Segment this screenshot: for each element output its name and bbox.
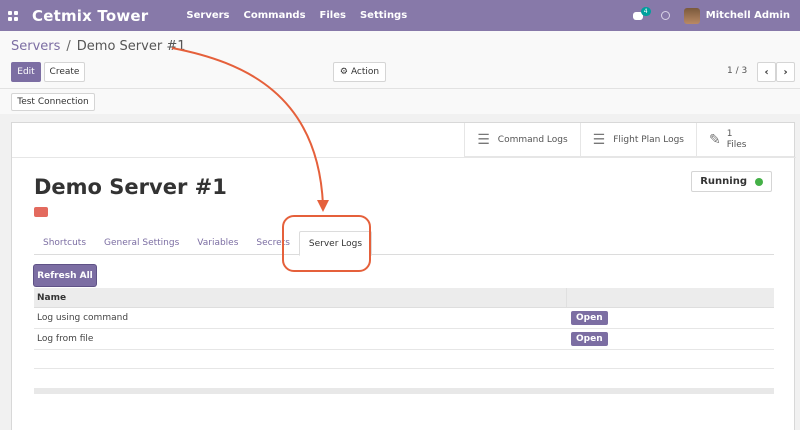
pager-next-button[interactable]: › bbox=[776, 62, 795, 82]
table-row[interactable]: Log using command Open bbox=[34, 308, 774, 329]
form-sheet: ☰ Command Logs ☰ Flight Plan Logs ✎ 1 Fi… bbox=[11, 122, 796, 430]
command-logs-label: Command Logs bbox=[497, 135, 568, 145]
navbar-systray: 4 Mitchell Admin bbox=[632, 7, 790, 24]
table-header: Name bbox=[34, 288, 774, 308]
files-button[interactable]: ✎ 1 Files bbox=[696, 123, 794, 157]
table-row[interactable]: Log from file Open bbox=[34, 329, 774, 350]
button-box-divider bbox=[12, 157, 796, 158]
edit-button[interactable]: Edit bbox=[11, 62, 41, 82]
user-menu[interactable]: Mitchell Admin bbox=[706, 10, 790, 21]
table-footer bbox=[34, 388, 774, 394]
pager-value[interactable]: 1 / 3 bbox=[727, 66, 747, 76]
column-header-action bbox=[567, 288, 774, 307]
row-name: Log from file bbox=[37, 334, 94, 344]
menu-servers[interactable]: Servers bbox=[186, 10, 229, 21]
pager-previous-button[interactable]: ‹ bbox=[757, 62, 776, 82]
open-log-button[interactable]: Open bbox=[571, 311, 608, 325]
breadcrumb-separator: / bbox=[66, 39, 71, 54]
server-logs-table: Name Log using command Open Log from fil… bbox=[34, 288, 774, 394]
control-panel-divider bbox=[0, 88, 800, 89]
row-name: Log using command bbox=[37, 313, 129, 323]
menu-files[interactable]: Files bbox=[320, 10, 346, 21]
empty-row bbox=[34, 350, 774, 369]
command-logs-button[interactable]: ☰ Command Logs bbox=[464, 123, 579, 157]
breadcrumb-current: Demo Server #1 bbox=[76, 39, 186, 54]
tab-general-settings[interactable]: General Settings bbox=[95, 231, 188, 255]
list-icon: ☰ bbox=[477, 132, 490, 148]
record-title: Demo Server #1 bbox=[34, 175, 227, 199]
menu-commands[interactable]: Commands bbox=[244, 10, 306, 21]
main-menu: Servers Commands Files Settings bbox=[186, 10, 421, 21]
tab-shortcuts[interactable]: Shortcuts bbox=[34, 231, 95, 255]
column-header-name[interactable]: Name bbox=[34, 288, 567, 307]
open-log-button[interactable]: Open bbox=[571, 332, 608, 346]
status-label: Running bbox=[700, 176, 747, 187]
activity-clock-icon[interactable] bbox=[660, 11, 670, 20]
notebook-tabs: Shortcuts General Settings Variables Sec… bbox=[34, 231, 774, 256]
tab-variables[interactable]: Variables bbox=[188, 231, 247, 255]
server-logs-highlight bbox=[282, 215, 371, 272]
menu-settings[interactable]: Settings bbox=[360, 10, 407, 21]
avatar[interactable] bbox=[683, 7, 700, 24]
list-icon: ☰ bbox=[592, 132, 606, 148]
status-button[interactable]: Running bbox=[691, 171, 772, 192]
apps-menu-icon[interactable] bbox=[8, 10, 18, 21]
refresh-all-button[interactable]: Refresh All bbox=[34, 265, 96, 286]
files-label: Files bbox=[726, 140, 747, 150]
breadcrumb: Servers / Demo Server #1 bbox=[11, 39, 185, 54]
test-connection-button[interactable]: Test Connection bbox=[11, 93, 95, 111]
edit-file-icon: ✎ bbox=[709, 132, 721, 148]
top-navbar: Cetmix Tower Servers Commands Files Sett… bbox=[0, 0, 800, 31]
status-dot-icon bbox=[755, 177, 763, 186]
breadcrumb-servers-link[interactable]: Servers bbox=[11, 39, 60, 54]
action-button-label: Action bbox=[350, 67, 380, 77]
flight-plan-logs-button[interactable]: ☰ Flight Plan Logs bbox=[579, 123, 696, 157]
create-button[interactable]: Create bbox=[44, 62, 85, 82]
smart-button-box: ☰ Command Logs ☰ Flight Plan Logs ✎ 1 Fi… bbox=[464, 123, 794, 157]
action-button[interactable]: ⚙ Action bbox=[333, 62, 386, 82]
gear-icon: ⚙ bbox=[339, 67, 348, 77]
app-brand[interactable]: Cetmix Tower bbox=[32, 7, 148, 25]
flight-plan-logs-label: Flight Plan Logs bbox=[613, 135, 684, 145]
files-count: 1 bbox=[726, 129, 733, 139]
chat-badge: 4 bbox=[640, 7, 651, 16]
chat-icon[interactable]: 4 bbox=[632, 7, 651, 20]
color-tag[interactable] bbox=[34, 207, 48, 217]
